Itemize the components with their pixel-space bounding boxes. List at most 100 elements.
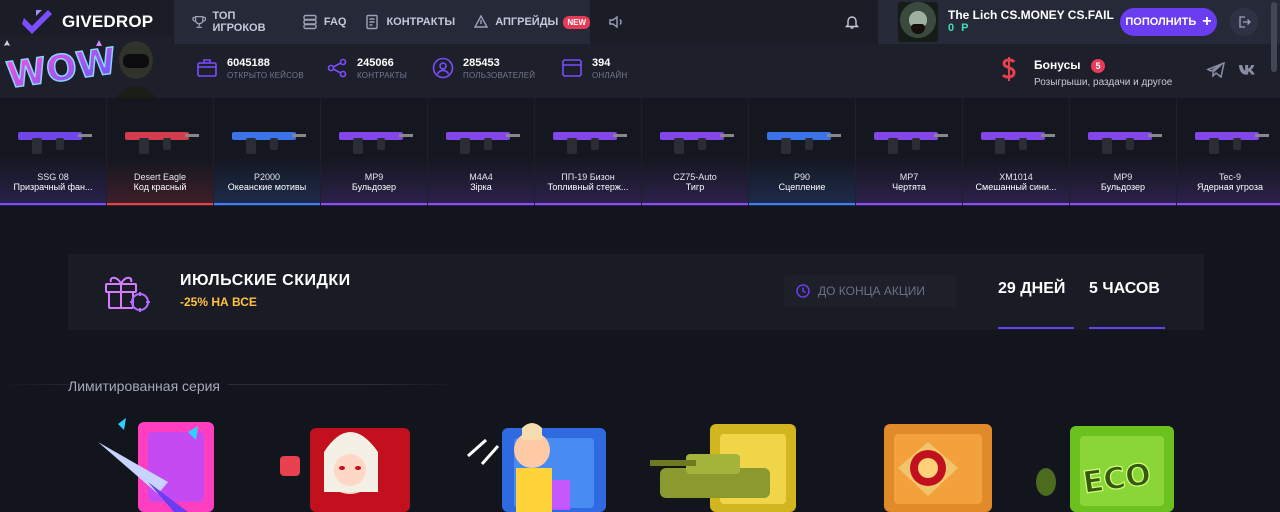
user-icon [432, 57, 454, 79]
sound-toggle-button[interactable] [592, 0, 640, 44]
drop-skin-name: Зірка [470, 182, 492, 192]
drop-item[interactable]: CZ75-Auto Тигр [642, 98, 749, 206]
drop-weapon-name: Tec-9 [1218, 172, 1241, 182]
notifications-button[interactable] [830, 0, 874, 44]
weapon-image [232, 132, 306, 154]
rarity-bar [214, 203, 320, 205]
stat-label: КОНТРАКТЫ [357, 71, 408, 80]
drop-item[interactable]: MP9 Бульдозер [321, 98, 428, 206]
wow-promo-banner[interactable]: WOW [0, 36, 172, 98]
username[interactable]: The Lich CS.MONEY CS.FAIL [948, 8, 1114, 22]
bonus-subtitle: Розыгрыши, раздачи и другое [1034, 77, 1173, 88]
weapon-image [339, 132, 413, 154]
nav-label: АПГРЕЙДЫ [495, 16, 559, 28]
case-card[interactable] [280, 412, 430, 512]
weapon-image [125, 132, 199, 154]
brand-logo[interactable]: GIVEDROP [22, 7, 153, 37]
bonus-link[interactable]: Бонусы 5 Розыгрыши, раздачи и другое [1000, 56, 1172, 88]
bonus-title: Бонусы [1034, 58, 1081, 72]
nav-upgrades[interactable]: АПГРЕЙДЫ NEW [473, 14, 590, 30]
nav-label: КОНТРАКТЫ [386, 16, 456, 28]
weapon-image [981, 132, 1055, 154]
case-card[interactable] [650, 412, 800, 512]
drop-skin-name: Код красный [133, 182, 187, 192]
sale-subtitle: -25% НА ВСЕ [180, 295, 257, 309]
drop-item[interactable]: Tec-9 Ядерная угроза [1177, 98, 1280, 206]
main-nav: ТОП ИГРОКОВ FAQ КОНТРАКТЫ АПГРЕЙДЫ NEW [174, 0, 590, 44]
drop-skin-name: Чертята [892, 182, 926, 192]
weapon-image [767, 132, 841, 154]
trophy-icon [192, 15, 207, 29]
drop-item[interactable]: MP7 Чертята [856, 98, 963, 206]
rarity-bar [856, 203, 962, 205]
drop-item[interactable]: P90 Сцепление [749, 98, 856, 206]
user-balance: 0 Р [948, 22, 971, 34]
stat-opened-cases: 6045188 ОТКРЫТО КЕЙСОВ [196, 57, 304, 81]
stat-label: ОТКРЫТО КЕЙСОВ [227, 71, 304, 80]
gift-icon [105, 276, 150, 312]
case-card[interactable] [88, 412, 238, 512]
rarity-bar [1177, 203, 1280, 205]
timer-days: 29 ДНЕЙ [998, 280, 1066, 297]
rarity-bar [749, 203, 855, 205]
share-icon [327, 58, 347, 78]
case-card[interactable]: ECO [1030, 412, 1180, 512]
drop-weapon-name: P90 [793, 172, 810, 182]
drop-item[interactable]: Desert Eagle Код красный [107, 98, 214, 206]
drop-item[interactable]: ПП-19 Бизон Топливный стерж... [535, 98, 642, 206]
avatar[interactable] [898, 2, 938, 42]
until-text: ДО КОНЦА АКЦИИ [818, 284, 925, 298]
topup-button[interactable]: ПОПОЛНИТЬ + [1120, 8, 1217, 36]
logout-button[interactable] [1230, 8, 1258, 36]
stat-label: ОНЛАЙН [592, 71, 628, 80]
stat-users: 285453 ПОЛЬЗОВАТЕЛЕЙ [432, 57, 535, 81]
stat-contracts: 245066 КОНТРАКТЫ [326, 57, 407, 81]
drop-item[interactable]: MP9 Бульдозер [1070, 98, 1177, 206]
drop-weapon-name: MP9 [1113, 172, 1133, 182]
nav-faq[interactable]: FAQ [302, 14, 347, 30]
drop-item[interactable]: XM1014 Смешанный сини... [963, 98, 1070, 206]
drop-skin-name: Бульдозер [351, 182, 397, 192]
stat-value: 285453 [463, 57, 500, 69]
nav-label: FAQ [323, 16, 347, 28]
new-badge: NEW [563, 15, 590, 29]
sale-banner: ИЮЛЬСКИЕ СКИДКИ -25% НА ВСЕ ДО КОНЦА АКЦ… [68, 254, 1204, 330]
stats-bar: 6045188 ОТКРЫТО КЕЙСОВ 245066 КОНТРАКТЫ … [0, 44, 1280, 98]
section-title: Лимитированная серия [68, 378, 229, 394]
drop-weapon-name: MP9 [364, 172, 384, 182]
telegram-icon[interactable] [1206, 60, 1226, 80]
plus-icon: + [1202, 13, 1212, 30]
case-icon [197, 59, 217, 77]
weapon-image [660, 132, 734, 154]
case-card[interactable] [848, 412, 998, 512]
drop-weapon-name: ПП-19 Бизон [561, 172, 615, 182]
drop-item[interactable]: M4A4 Зірка [428, 98, 535, 206]
sale-until-label: ДО КОНЦА АКЦИИ [784, 275, 956, 307]
page-scrollbar[interactable] [1271, 2, 1277, 72]
stat-value: 394 [592, 57, 611, 69]
main-content: ИЮЛЬСКИЕ СКИДКИ -25% НА ВСЕ ДО КОНЦА АКЦ… [0, 206, 1280, 512]
live-drops-strip: SSG 08 Призрачный фан... Desert Eagle Код к… [0, 98, 1280, 206]
timer-days-underline [998, 327, 1074, 329]
clock-icon [796, 284, 810, 298]
vk-icon[interactable] [1238, 60, 1258, 80]
drop-skin-name: Призрачный фан... [13, 182, 93, 192]
nav-contracts[interactable]: КОНТРАКТЫ [364, 14, 455, 30]
nav-top-players[interactable]: ТОП ИГРОКОВ [192, 10, 284, 34]
nav-label: ТОП ИГРОКОВ [212, 10, 266, 34]
drop-item[interactable]: SSG 08 Призрачный фан... [0, 98, 107, 206]
logout-icon [1239, 16, 1251, 28]
rarity-bar [428, 203, 534, 205]
drop-skin-name: Ядерная угроза [1197, 182, 1263, 192]
case-card[interactable] [462, 412, 612, 512]
stat-value: 6045188 [227, 57, 270, 69]
drop-weapon-name: SSG 08 [37, 172, 69, 182]
weapon-image [1195, 132, 1269, 154]
drop-item[interactable]: P2000 Океанские мотивы [214, 98, 321, 206]
drop-weapon-name: P2000 [253, 172, 281, 182]
timer-hours-underline [1089, 327, 1165, 329]
drop-weapon-name: M4A4 [469, 172, 493, 182]
user-panel: The Lich CS.MONEY CS.FAIL 0 Р ПОПОЛНИТЬ … [878, 0, 1280, 44]
drop-skin-name: Топливный стерж... [547, 182, 629, 192]
bonus-money-icon [1001, 57, 1016, 81]
